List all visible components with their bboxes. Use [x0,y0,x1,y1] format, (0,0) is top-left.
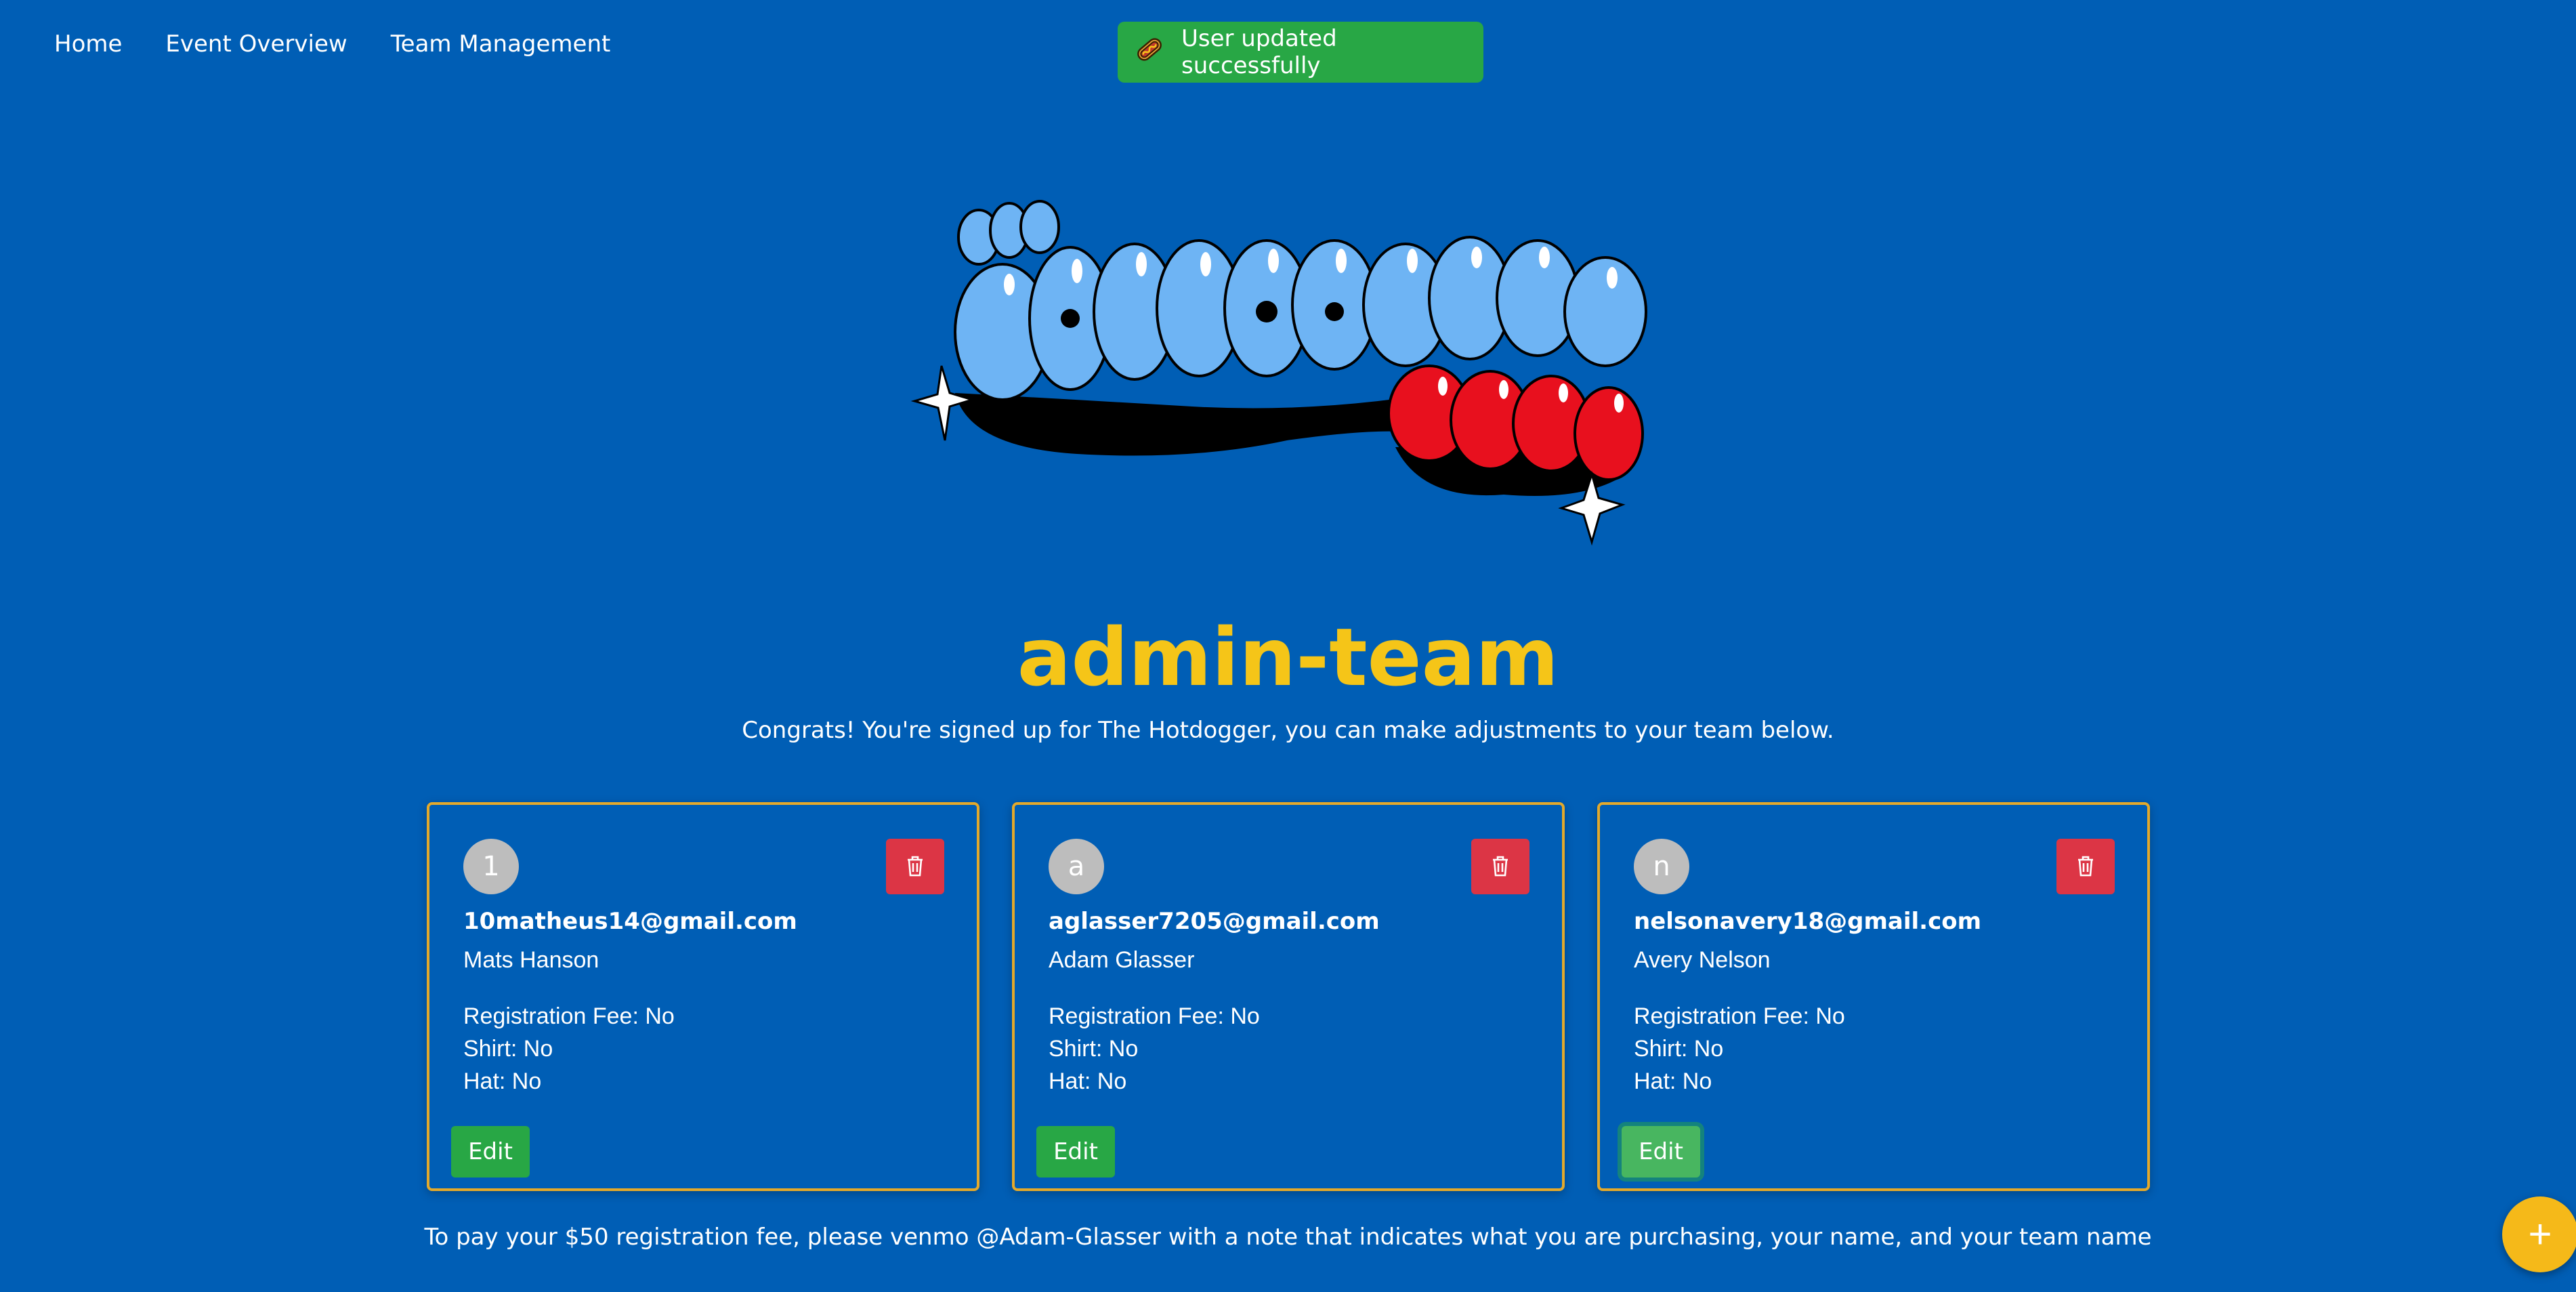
member-name: Mats Hanson [463,947,599,973]
trash-icon [905,854,925,879]
delete-member-button[interactable] [2056,839,2115,894]
avatar: n [1634,839,1689,894]
edit-member-button[interactable]: Edit [1622,1126,1700,1178]
nav-home-link[interactable]: Home [54,27,122,61]
team-name-heading: admin-team [1017,610,1559,704]
nav-event-overview-link[interactable]: Event Overview [165,27,347,61]
hotdogger-2022-logo [908,190,1666,556]
member-card: 1 10matheus14@gmail.com Mats Hanson Regi… [427,802,979,1191]
member-card: n nelsonavery18@gmail.com Avery Nelson R… [1597,802,2150,1191]
shirt-status: Shirt: No [1049,1036,1139,1062]
team-subtitle: Congrats! You're signed up for The Hotdo… [742,717,1834,744]
member-email: 10matheus14@gmail.com [463,908,797,935]
edit-member-button[interactable]: Edit [451,1126,530,1178]
avatar: a [1049,839,1104,894]
registration-fee-status: Registration Fee: No [1049,1003,1260,1029]
member-email: nelsonavery18@gmail.com [1634,908,1982,935]
hat-status: Hat: No [1634,1068,1712,1094]
member-card: a aglasser7205@gmail.com Adam Glasser Re… [1012,802,1565,1191]
registration-fee-status: Registration Fee: No [463,1003,675,1029]
payment-instructions: To pay your $50 registration fee, please… [424,1224,2152,1251]
delete-member-button[interactable] [1471,839,1529,894]
team-members-list: 1 10matheus14@gmail.com Mats Hanson Regi… [427,802,2150,1191]
top-nav: Home Event Overview Team Management [54,27,610,61]
member-name: Avery Nelson [1634,947,1771,973]
hat-status: Hat: No [463,1068,542,1094]
member-details: Registration Fee: No Shirt: No Hat: No [463,1000,675,1098]
hotdog-icon [1134,34,1165,71]
add-member-button[interactable]: + [2502,1196,2576,1272]
trash-icon [2075,854,2096,879]
member-details: Registration Fee: No Shirt: No Hat: No [1634,1000,1845,1098]
edit-member-button[interactable]: Edit [1036,1126,1115,1178]
member-details: Registration Fee: No Shirt: No Hat: No [1049,1000,1260,1098]
toast-message: User updated successfully [1181,25,1337,79]
trash-icon [1490,854,1511,879]
registration-fee-status: Registration Fee: No [1634,1003,1845,1029]
nav-team-management-link[interactable]: Team Management [391,27,611,61]
member-name: Adam Glasser [1049,947,1195,973]
success-toast: User updated successfully [1118,22,1483,83]
shirt-status: Shirt: No [463,1036,553,1062]
hat-status: Hat: No [1049,1068,1127,1094]
avatar: 1 [463,839,519,894]
delete-member-button[interactable] [886,839,944,894]
shirt-status: Shirt: No [1634,1036,1724,1062]
member-email: aglasser7205@gmail.com [1049,908,1380,935]
